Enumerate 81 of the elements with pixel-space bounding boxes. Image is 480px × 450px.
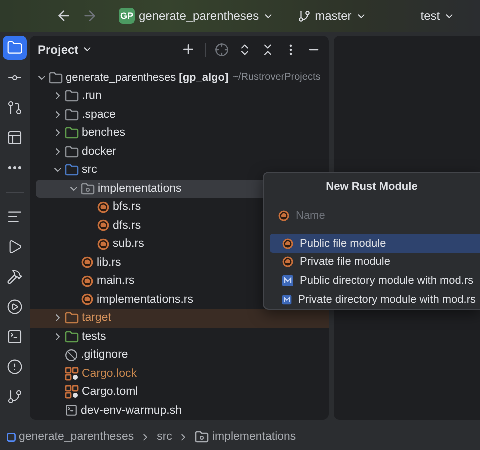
cargo-boxes-icon xyxy=(65,366,79,381)
file-name: bfs.rs xyxy=(113,201,142,214)
rust-gear-icon xyxy=(278,210,290,222)
panel-title[interactable]: Project xyxy=(38,42,93,57)
module-folder-icon xyxy=(195,431,210,443)
file-name: Cargo.toml xyxy=(82,386,138,398)
shell-script-icon xyxy=(65,404,78,418)
tree-row[interactable]: dev-env-warmup.sh xyxy=(30,402,329,420)
ignore-file-icon xyxy=(65,348,78,362)
branch-icon xyxy=(298,10,312,22)
file-name: lib.rs xyxy=(97,256,122,269)
project-name: generate_parentheses xyxy=(139,9,260,23)
tree-row[interactable]: tests xyxy=(30,328,329,346)
back-icon[interactable] xyxy=(56,8,72,24)
file-name: .gitignore xyxy=(81,349,128,362)
file-name: .run xyxy=(82,90,102,102)
menu-item[interactable]: Private directory module with mod.rs xyxy=(270,290,480,309)
rust-gear-icon xyxy=(81,256,94,270)
branch-selector[interactable]: master xyxy=(295,7,370,25)
branch-icon xyxy=(7,389,23,405)
structure-icon xyxy=(7,130,23,146)
menu-item[interactable]: Public directory module with mod.rs xyxy=(270,272,480,290)
terminal-icon xyxy=(7,329,23,345)
rust-gear-icon xyxy=(97,238,110,251)
file-name: target xyxy=(82,312,112,324)
name-field[interactable]: Name xyxy=(296,210,446,222)
pull-request-icon xyxy=(7,100,23,116)
alert-icon xyxy=(7,359,23,375)
tree-row[interactable]: Cargo.lock xyxy=(30,364,329,383)
file-name: implementations.rs xyxy=(97,294,194,306)
hammer-icon xyxy=(7,269,23,285)
tree-row[interactable]: .gitignore xyxy=(30,346,329,364)
tree-row[interactable]: .space xyxy=(30,106,329,124)
file-name: Cargo.lock xyxy=(82,368,137,380)
tool-window-button[interactable] xyxy=(3,36,27,60)
rust-gear-icon xyxy=(97,200,110,214)
project-badge: GP xyxy=(119,8,135,24)
rust-gear-icon xyxy=(81,274,94,288)
file-name: dev-env-warmup.sh xyxy=(81,404,182,417)
file-name: .space xyxy=(82,108,116,121)
rust-gear-icon xyxy=(97,219,110,232)
more-icon xyxy=(8,166,22,170)
run-config-selector[interactable]: test xyxy=(418,7,458,25)
project-selector[interactable]: GP generate_parentheses xyxy=(116,6,278,26)
list-icon xyxy=(7,209,23,225)
tree-row[interactable]: src xyxy=(30,161,329,180)
file-name: docker xyxy=(82,146,117,158)
tree-row[interactable]: target xyxy=(30,309,329,328)
breadcrumb[interactable]: src xyxy=(157,431,172,443)
file-name: generate_parentheses [gp_algo] xyxy=(66,72,229,84)
tree-row[interactable]: docker xyxy=(30,142,329,161)
module-square-icon xyxy=(7,432,16,442)
file-name: sub.rs xyxy=(113,238,144,250)
tree-row[interactable]: generate_parentheses [gp_algo] ~/RustroverProjects xyxy=(30,68,329,87)
menu-item[interactable]: Public file module xyxy=(270,234,480,253)
file-name: main.rs xyxy=(97,275,135,288)
file-name: tests xyxy=(82,330,106,343)
breadcrumb[interactable]: generate_parentheses xyxy=(7,431,134,443)
rust-gear-icon xyxy=(81,293,94,306)
run-icon xyxy=(7,239,23,255)
tree-row[interactable]: Cargo.toml xyxy=(30,383,329,402)
tree-row[interactable]: .run xyxy=(30,87,329,106)
breadcrumb[interactable]: implementations xyxy=(195,431,296,443)
module-file-icon xyxy=(282,274,294,287)
add-icon[interactable] xyxy=(181,42,196,58)
project-path: ~/RustroverProjects xyxy=(232,72,321,84)
crosshair-icon[interactable] xyxy=(215,42,229,57)
file-name: src xyxy=(82,164,98,176)
rust-gear-icon xyxy=(282,238,294,250)
rust-gear-icon xyxy=(282,256,294,268)
file-name: implementations xyxy=(98,182,182,195)
folder-icon xyxy=(7,40,23,56)
run-config-name: test xyxy=(420,9,440,23)
menu-item[interactable]: Private file module xyxy=(270,252,480,272)
file-name: benches xyxy=(82,127,126,140)
branch-name: master xyxy=(315,9,352,23)
module-file-icon xyxy=(282,294,292,306)
play-circle-icon xyxy=(7,299,23,315)
tree-row[interactable]: benches xyxy=(30,124,329,142)
cargo-boxes-icon xyxy=(65,385,79,400)
file-name: dfs.rs xyxy=(113,220,142,232)
